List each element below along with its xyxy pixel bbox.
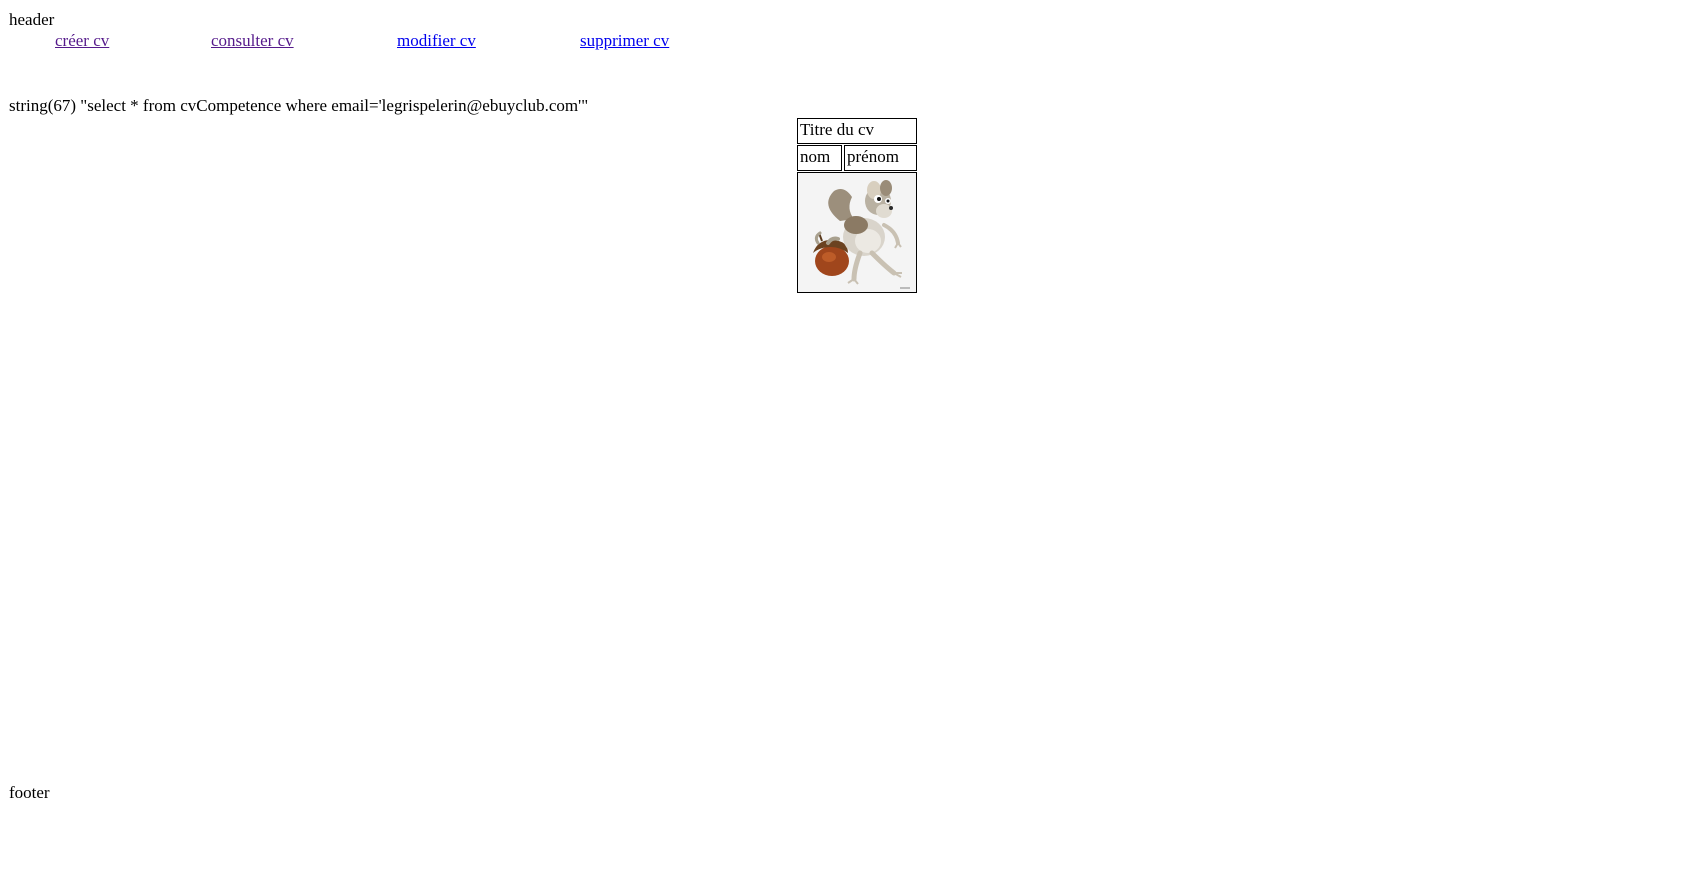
nav-link-supprimer-cv[interactable]: supprimer cv <box>580 31 669 51</box>
squirrel-with-acorn-image <box>798 173 916 292</box>
nav-link-consulter-cv[interactable]: consulter cv <box>211 31 294 51</box>
cv-prenom: prénom <box>844 145 917 171</box>
cv-title: Titre du cv <box>797 118 917 144</box>
footer-label: footer <box>9 783 50 802</box>
nav-link-creer-cv[interactable]: créer cv <box>55 31 109 51</box>
cv-photo <box>797 172 917 293</box>
nav-link-modifier-cv[interactable]: modifier cv <box>397 31 476 51</box>
debug-output: string(67) "select * from cvCompetence w… <box>9 96 589 115</box>
main-nav: créer cv consulter cv modifier cv suppri… <box>0 31 700 53</box>
page: header créer cv consulter cv modifier cv… <box>0 0 1703 869</box>
header-label: header <box>9 10 55 29</box>
cv-nom: nom <box>797 145 842 171</box>
